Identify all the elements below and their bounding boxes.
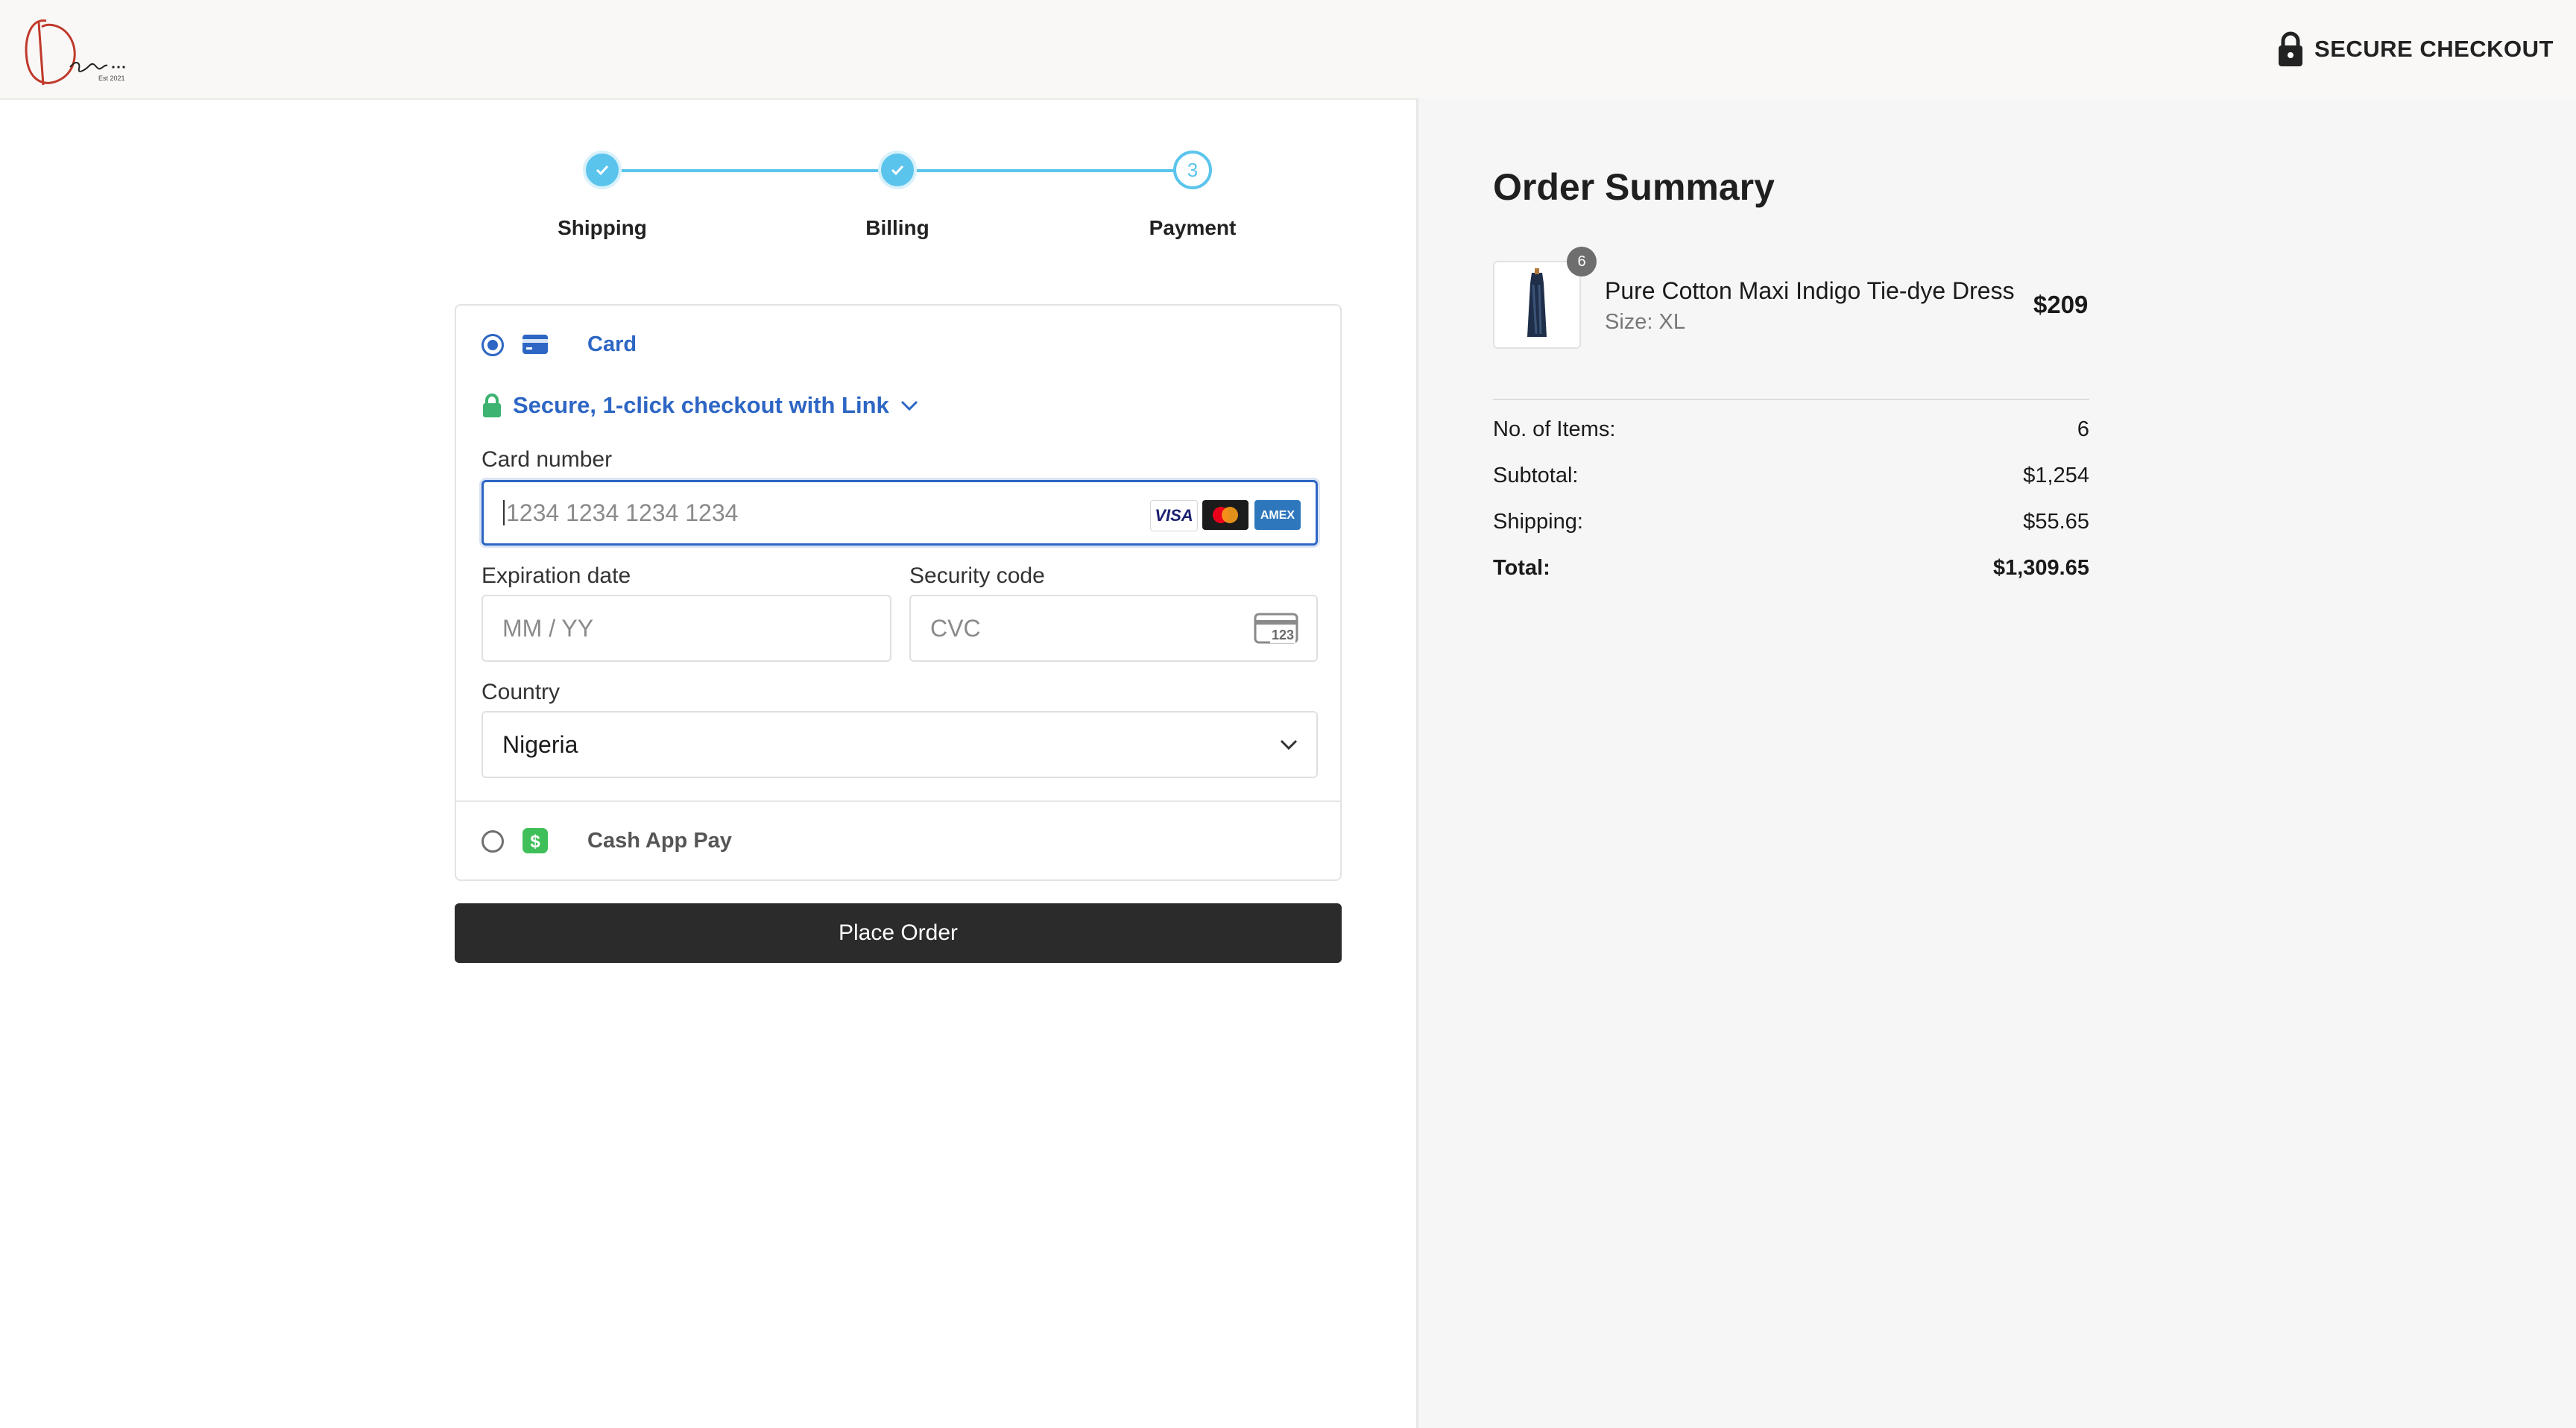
place-order-button[interactable]: Place Order [455, 903, 1342, 963]
expiration-label: Expiration date [482, 563, 631, 588]
step-label-payment: Payment [1149, 216, 1237, 239]
summary-row-shipping: Shipping: $55.65 [1493, 510, 2089, 534]
svg-text:$: $ [530, 832, 540, 852]
security-code-label: Security code [909, 563, 1045, 588]
country-value: Nigeria [502, 730, 578, 758]
chevron-down-icon [900, 400, 918, 411]
logo-tagline: Est 2021 [98, 75, 125, 82]
green-lock-icon [483, 394, 501, 417]
payment-methods-box: Card Secure, 1-click checkout with Link … [455, 304, 1342, 881]
step-label-shipping: Shipping [558, 216, 647, 239]
security-code-input[interactable]: CVC 123 [909, 595, 1318, 662]
country-label: Country [482, 680, 561, 704]
checkout-stepper: 3 Shipping Billing Payment [484, 146, 1453, 250]
step-payment-number[interactable]: 3 [1173, 151, 1212, 189]
step-connector [602, 169, 893, 172]
credit-card-icon [523, 335, 548, 354]
summary-row-items: No. of Items: 6 [1493, 417, 2089, 442]
step-label-billing: Billing [865, 216, 929, 239]
step-billing-check-icon[interactable] [878, 151, 917, 189]
summary-label: No. of Items: [1493, 417, 1616, 441]
link-checkout-toggle[interactable]: Secure, 1-click checkout with Link [482, 392, 919, 419]
product-name: Pure Cotton Maxi Indigo Tie-dye Dress [1605, 277, 2015, 304]
order-summary-title: Order Summary [1493, 166, 1775, 208]
card-radio[interactable] [482, 334, 504, 356]
step-shipping-check-icon[interactable] [583, 151, 622, 189]
card-number-placeholder: 1234 1234 1234 1234 [506, 499, 739, 526]
link-checkout-text: Secure, 1-click checkout with Link [513, 392, 889, 418]
step-connector [897, 169, 1188, 172]
cash-app-method-label[interactable]: Cash App Pay [587, 829, 732, 853]
summary-label: Subtotal: [1493, 464, 1579, 487]
summary-value: 6 [2077, 417, 2089, 441]
country-select[interactable]: Nigeria [482, 711, 1318, 778]
top-bar: Est 2021 SECURE CHECKOUT [0, 0, 2576, 100]
product-price: $209 [2033, 291, 2089, 318]
summary-label: Shipping: [1493, 510, 1583, 534]
amex-icon: AMEX [1254, 500, 1301, 530]
cash-app-icon: $ [523, 828, 548, 853]
card-number-input[interactable]: 1234 1234 1234 1234 VISA AMEX [482, 480, 1318, 546]
summary-value: $1,309.65 [1992, 556, 2089, 580]
dress-image [1527, 268, 1547, 337]
summary-row-total: Total: $1,309.65 [1493, 556, 2089, 581]
summary-label: Total: [1493, 556, 1550, 580]
cvc-card-icon: 123 [1254, 613, 1300, 645]
quantity-badge: 6 [1567, 247, 1597, 277]
chevron-down-icon [1280, 739, 1298, 751]
summary-value: $55.65 [2023, 510, 2089, 534]
summary-value: $1,254 [2023, 464, 2089, 487]
card-number-label: Card number [482, 447, 613, 472]
secure-checkout: SECURE CHECKOUT [2277, 30, 2554, 69]
expiration-placeholder: MM / YY [502, 614, 594, 642]
expiration-input[interactable]: MM / YY [482, 595, 891, 662]
visa-icon: VISA [1150, 500, 1198, 531]
lock-icon [2279, 31, 2303, 66]
secure-checkout-label: SECURE CHECKOUT [2314, 36, 2554, 62]
product-size: Size: XL [1605, 310, 1685, 334]
method-separator [456, 800, 1340, 802]
summary-divider [1493, 399, 2089, 400]
cash-app-radio[interactable] [482, 830, 504, 853]
mastercard-icon [1202, 500, 1248, 530]
card-method-label[interactable]: Card [587, 332, 637, 357]
product-thumbnail[interactable] [1493, 261, 1581, 349]
summary-row-subtotal: Subtotal: $1,254 [1493, 464, 2089, 488]
security-code-placeholder: CVC [930, 614, 981, 642]
brand-logo[interactable]: Est 2021 [16, 7, 136, 91]
